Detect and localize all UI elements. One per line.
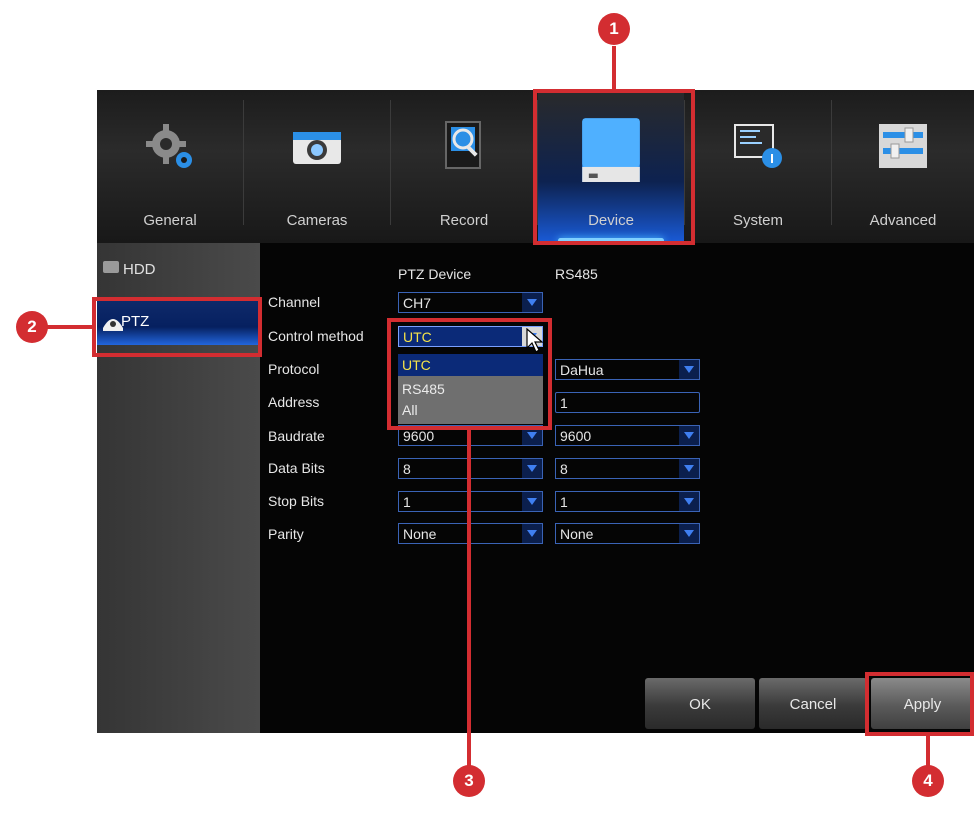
tab-label: Cameras xyxy=(286,212,348,229)
protocol-value: DaHua xyxy=(560,362,604,378)
callout-box-2 xyxy=(92,297,262,357)
callout-line-4 xyxy=(926,736,930,768)
callout-badge-4: 4 xyxy=(912,765,944,797)
main-panel xyxy=(260,243,974,733)
chevron-down-icon xyxy=(522,293,542,312)
tab-record[interactable]: Record xyxy=(391,90,537,243)
ptz-baudrate-value: 9600 xyxy=(403,428,435,444)
tab-label: System xyxy=(732,212,783,229)
tab-cameras[interactable]: Cameras xyxy=(244,90,390,243)
callout-badge-3: 3 xyxy=(453,765,485,797)
callout-line-3 xyxy=(467,430,471,768)
channel-label: Channel xyxy=(268,294,321,310)
tab-label: Record xyxy=(439,212,489,229)
channel-value: CH7 xyxy=(403,295,432,311)
tab-general[interactable]: General xyxy=(97,90,243,243)
rs485-stop-bits-value: 1 xyxy=(560,494,568,510)
protocol-select[interactable]: DaHua xyxy=(555,359,700,380)
callout-badge-1: 1 xyxy=(598,13,630,45)
cancel-button[interactable]: Cancel xyxy=(759,678,867,729)
ptz-parity-value: None xyxy=(403,526,437,542)
column-header-ptz-device: PTZ Device xyxy=(398,266,472,282)
rs485-baudrate-value: 9600 xyxy=(560,428,592,444)
protocol-label: Protocol xyxy=(268,361,320,377)
tab-advanced[interactable]: Advanced xyxy=(832,90,974,243)
callout-badge-2: 2 xyxy=(16,311,48,343)
channel-select[interactable]: CH7 xyxy=(398,292,543,313)
rs485-parity-value: None xyxy=(560,526,594,542)
hdd-icon xyxy=(103,261,119,273)
ptz-stop-bits-value: 1 xyxy=(403,494,411,510)
chevron-down-icon xyxy=(679,459,699,478)
column-header-rs485: RS485 xyxy=(555,266,598,282)
chevron-down-icon xyxy=(522,459,542,478)
chevron-down-icon xyxy=(522,492,542,511)
callout-box-1 xyxy=(533,89,695,245)
stop-bits-label: Stop Bits xyxy=(268,493,325,509)
ptz-data-bits-value: 8 xyxy=(403,461,411,477)
system-info-icon xyxy=(734,124,782,168)
sidebar-item-label: HDD xyxy=(123,261,156,278)
callout-box-4 xyxy=(865,672,974,736)
rs485-parity-select[interactable]: None xyxy=(555,523,700,544)
sidebar-item-hdd[interactable]: HDD xyxy=(97,255,260,295)
rs485-baudrate-select[interactable]: 9600 xyxy=(555,425,700,446)
chevron-down-icon xyxy=(679,426,699,445)
address-label: Address xyxy=(268,394,320,410)
tab-label: General xyxy=(143,212,197,229)
callout-box-3 xyxy=(387,318,552,430)
address-input[interactable]: 1 xyxy=(555,392,700,413)
rs485-data-bits-value: 8 xyxy=(560,461,568,477)
record-search-icon xyxy=(445,121,481,169)
address-value: 1 xyxy=(560,395,568,411)
sliders-icon xyxy=(879,124,927,168)
callout-line-1 xyxy=(612,46,616,91)
chevron-down-icon xyxy=(522,524,542,543)
baudrate-label: Baudrate xyxy=(268,428,325,444)
gears-icon xyxy=(146,124,192,168)
tab-system[interactable]: System xyxy=(685,90,831,243)
rs485-stop-bits-select[interactable]: 1 xyxy=(555,491,700,512)
control-method-label: Control method xyxy=(268,328,364,344)
tab-label: Advanced xyxy=(869,212,937,229)
ok-button[interactable]: OK xyxy=(645,678,755,729)
chevron-down-icon xyxy=(679,524,699,543)
chevron-down-icon xyxy=(679,492,699,511)
camera-icon xyxy=(293,132,341,164)
parity-label: Parity xyxy=(268,526,304,542)
chevron-down-icon xyxy=(679,360,699,379)
data-bits-label: Data Bits xyxy=(268,460,325,476)
rs485-data-bits-select[interactable]: 8 xyxy=(555,458,700,479)
callout-line-2 xyxy=(47,325,94,329)
